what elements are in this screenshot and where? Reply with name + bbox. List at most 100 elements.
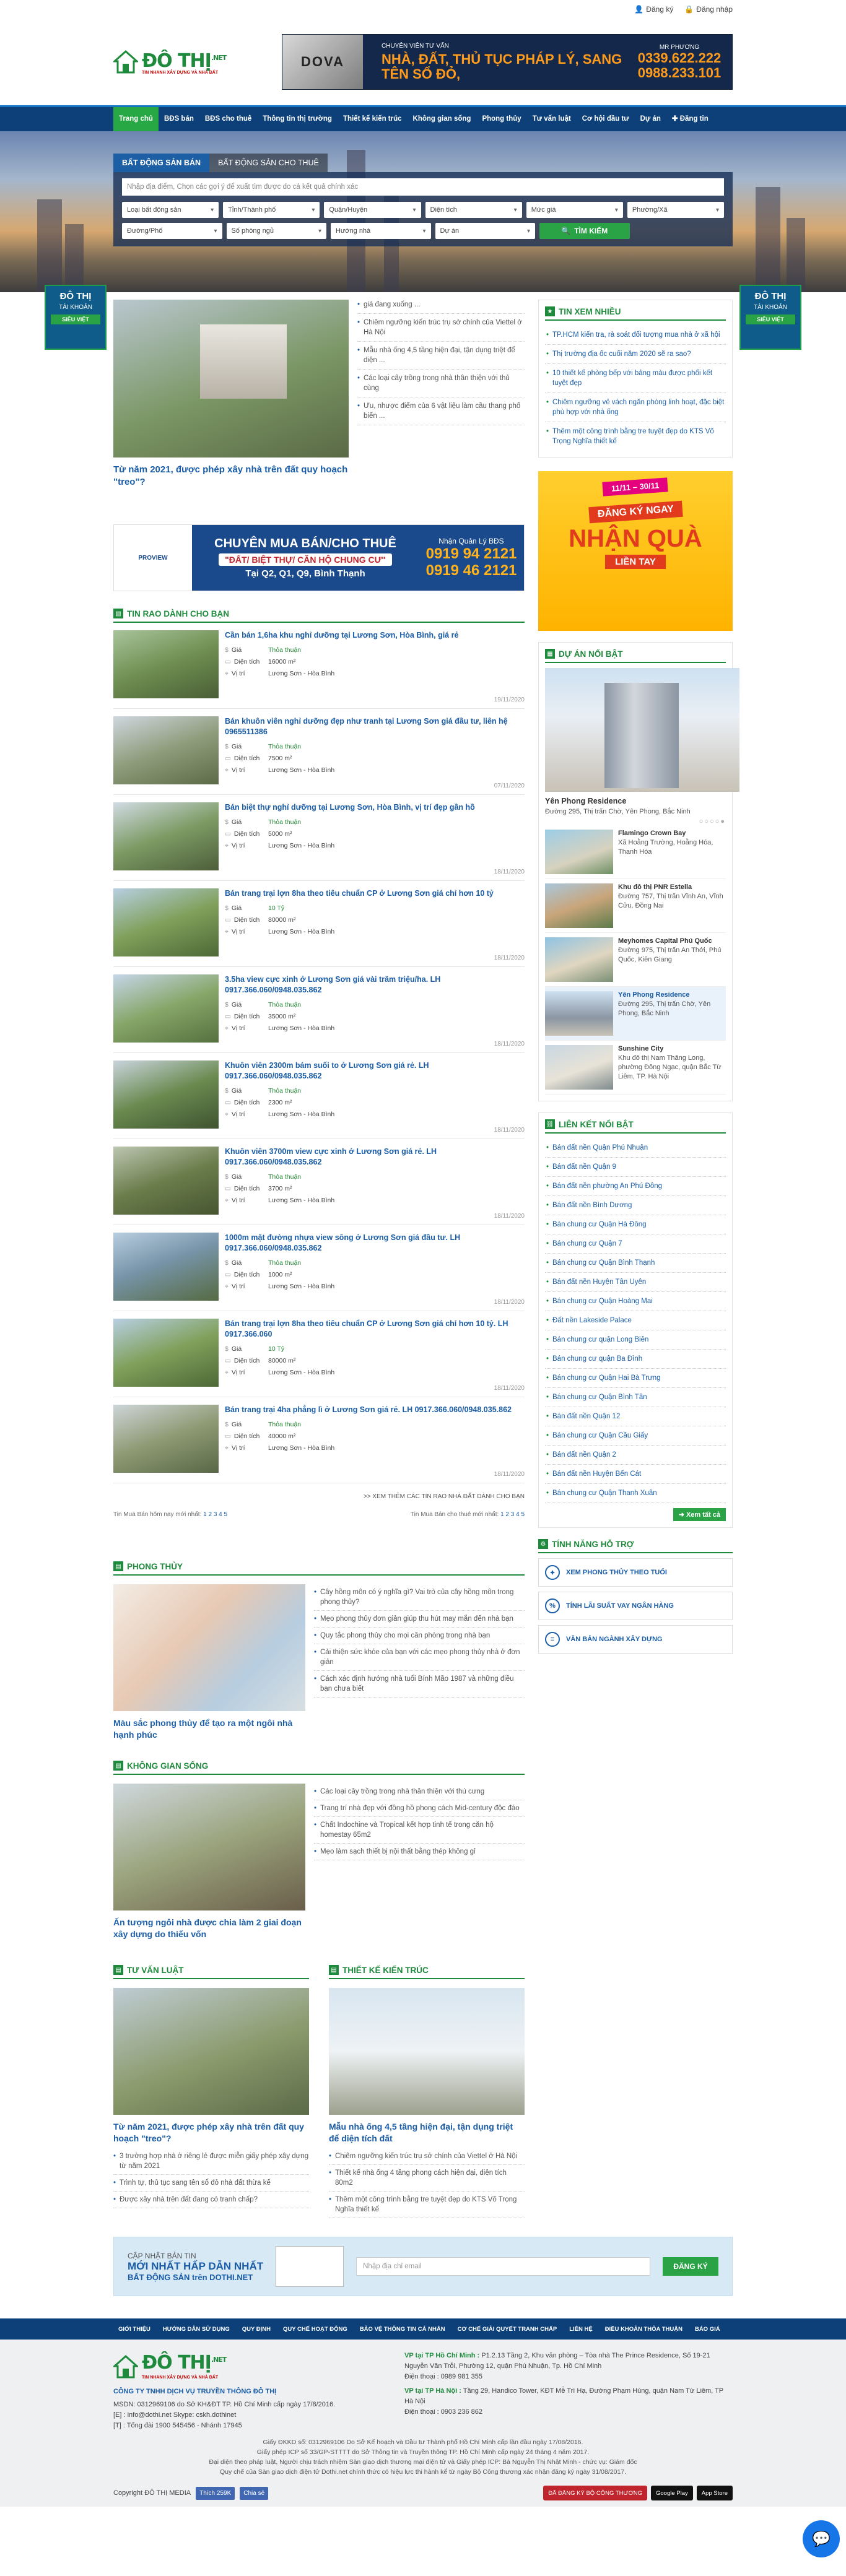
most-viewed-item[interactable]: Thị trường địa ốc cuối năm 2020 sẽ ra sa… (545, 345, 726, 364)
project-thumbnail[interactable] (545, 1045, 613, 1090)
tab-bds-ban[interactable]: BẤT ĐỘNG SẢN BÁN (113, 154, 210, 172)
most-viewed-item[interactable]: TP.HCM kiến tra, rà soát đối tượng mua n… (545, 326, 726, 345)
khong-gian-item[interactable]: Trang trí nhà đẹp với đồng hồ phong cách… (314, 1800, 525, 1817)
featured-link-item[interactable]: Bán chung cư quận Long Biên (545, 1330, 726, 1350)
featured-link-item[interactable]: Bán chung cư Quận Thanh Xuân (545, 1484, 726, 1503)
select-dien-tich[interactable]: Diện tích (425, 202, 522, 218)
nav-dang-tin[interactable]: ✚ Đăng tin (666, 107, 714, 131)
footer-nav-link[interactable]: HƯỚNG DẪN SỬ DỤNG (158, 2326, 235, 2333)
tool-lai-suat[interactable]: % TÍNH LÃI SUẤT VAY NGÂN HÀNG (538, 1592, 733, 1620)
phong-thuy-title[interactable]: Màu sắc phong thủy để tạo ra một ngôi nh… (113, 1717, 305, 1741)
listing-title[interactable]: 3.5ha view cực xinh ở Lương Sơn giá vài … (225, 974, 525, 995)
featured-link-item[interactable]: Bán chung cư Quận Cầu Giấy (545, 1426, 726, 1446)
featured-title[interactable]: Từ năm 2021, được phép xây nhà trên đất … (113, 464, 349, 488)
listing-item[interactable]: Bán trang trại lợn 8ha theo tiêu chuẩn C… (113, 881, 525, 967)
tool-van-ban[interactable]: ≡ VĂN BẢN NGÀNH XÂY DỰNG (538, 1625, 733, 1654)
featured-link-item[interactable]: Bán chung cư quận Ba Đình (545, 1350, 726, 1369)
project-thumbnail[interactable] (545, 883, 613, 928)
nav-phong-thuy[interactable]: Phong thủy (476, 107, 526, 131)
thiet-ke-title[interactable]: Mẫu nhà ống 4,5 tầng hiện đại, tận dụng … (329, 2121, 525, 2144)
listing-title[interactable]: Bán khuôn viên nghỉ dưỡng đẹp như tranh … (225, 716, 525, 737)
phong-thuy-image[interactable] (113, 1584, 305, 1711)
project-main[interactable]: Yên Phong Residence Đường 295, Thị trấn … (545, 668, 739, 825)
select-tinh-thanh[interactable]: Tỉnh/Thành phố (223, 202, 320, 218)
facebook-like-button[interactable]: Thích 259K (196, 2486, 235, 2500)
nav-bds-cho-thue[interactable]: BĐS cho thuê (199, 107, 257, 131)
select-duong-pho[interactable]: Đường/Phố (122, 223, 222, 239)
select-so-phong[interactable]: Số phòng ngủ (226, 223, 326, 239)
footer-email[interactable]: [E] : info@dothi.net Skype: cskh.dothine… (113, 2410, 386, 2421)
project-name[interactable]: Flamingo Crown Bay (618, 830, 726, 837)
tu-van-image[interactable] (113, 1988, 309, 2115)
project-name[interactable]: Yên Phong Residence (618, 991, 726, 999)
footer-nav-link[interactable]: BẢO VỆ THÔNG TIN CÁ NHÂN (355, 2326, 450, 2333)
featured-link-item[interactable]: Bán chung cư Quận Bình Thạnh (545, 1254, 726, 1273)
nav-khong-gian[interactable]: Không gian sống (408, 107, 477, 131)
project-item[interactable]: Khu đô thị PNR Estella Đường 757, Thị trấ… (545, 879, 726, 933)
select-quan-huyen[interactable]: Quận/Huyện (324, 202, 421, 218)
featured-list-item[interactable]: Mẫu nhà ống 4,5 tầng hiện đại, tận dụng … (357, 342, 525, 370)
most-viewed-item[interactable]: Chiêm ngưỡng vẻ vách ngăn phòng linh hoạ… (545, 393, 726, 422)
newsletter-submit-button[interactable]: ĐĂNG KÝ (663, 2257, 718, 2276)
phong-thuy-item[interactable]: Quy tắc phong thủy cho mọi căn phòng tro… (314, 1628, 525, 1644)
footer-nav-link[interactable]: LIÊN HỆ (564, 2326, 597, 2333)
listing-thumbnail[interactable] (113, 888, 219, 956)
featured-link-item[interactable]: Bán đất nền Quận 9 (545, 1158, 726, 1177)
nav-thi-truong[interactable]: Thông tin thị trường (257, 107, 338, 131)
featured-link-item[interactable]: Bán chung cư Quận Bình Tân (545, 1388, 726, 1407)
featured-list-item[interactable]: Chiêm ngưỡng kiến trúc trụ sở chính của … (357, 314, 525, 342)
thiet-ke-item[interactable]: Thiết kế nhà ống 4 tầng phong cách hiện … (329, 2165, 525, 2192)
listing-thumbnail[interactable] (113, 1405, 219, 1473)
khong-gian-item[interactable]: Mẹo làm sạch thiết bị nội thất bằng thép… (314, 1844, 525, 1860)
footer-nav-link[interactable]: CƠ CHẾ GIẢI QUYẾT TRANH CHẤP (453, 2326, 562, 2333)
most-viewed-item[interactable]: 10 thiết kế phòng bếp với bảng màu được … (545, 364, 726, 393)
tu-van-item[interactable]: Trình tự, thủ tục sang tên sổ đỏ nhà đất… (113, 2175, 309, 2192)
google-play-badge[interactable]: Google Play (650, 2486, 693, 2500)
site-logo[interactable]: ĐÔ THỊ.NET TIN NHANH XÂY DỰNG VÀ NHÀ ĐẤT (112, 49, 227, 75)
footer-nav-link[interactable]: BÁO GIÁ (690, 2326, 725, 2333)
select-phuong-xa[interactable]: Phường/Xã (627, 202, 725, 218)
listing-title[interactable]: Cần bán 1,6ha khu nghỉ dưỡng tại Lương S… (225, 630, 525, 641)
chat-messenger-icon[interactable]: 💬 (803, 2520, 840, 2557)
listing-title[interactable]: Khuôn viên 2300m bám suối to ở Lương Sơn… (225, 1060, 525, 1082)
listing-item[interactable]: Bán trang trại 4ha phẳng lì ở Lương Sơn … (113, 1397, 525, 1483)
nav-thiet-ke[interactable]: Thiết kế kiến trúc (338, 107, 408, 131)
featured-link-item[interactable]: Bán chung cư Quận Hoàng Mai (545, 1292, 726, 1311)
listing-thumbnail[interactable] (113, 1319, 219, 1387)
nav-home[interactable]: Trang chủ (113, 107, 159, 131)
listing-thumbnail[interactable] (113, 716, 219, 784)
listing-thumbnail[interactable] (113, 630, 219, 698)
featured-link-item[interactable]: Bán đất nền Quận 12 (545, 1407, 726, 1426)
select-du-an[interactable]: Dự án (435, 223, 535, 239)
stats-rent-pages[interactable]: 1 2 3 4 5 (500, 1511, 525, 1518)
listing-item[interactable]: Bán khuôn viên nghỉ dưỡng đẹp như tranh … (113, 709, 525, 795)
project-main-image[interactable] (545, 668, 739, 792)
listing-item[interactable]: Khuôn viên 3700m view cực xinh ở Lương S… (113, 1139, 525, 1225)
listing-title[interactable]: Khuôn viên 3700m view cực xinh ở Lương S… (225, 1147, 525, 1168)
featured-link-item[interactable]: Đất nền Lakeside Palace (545, 1311, 726, 1330)
listing-item[interactable]: 1000m mặt đường nhựa view sông ở Lương S… (113, 1225, 525, 1311)
app-store-badge[interactable]: App Store (696, 2486, 733, 2500)
featured-link-item[interactable]: Bán chung cư Quận 7 (545, 1234, 726, 1254)
footer-nav-link[interactable]: ĐIỀU KHOẢN THỎA THUẬN (600, 2326, 687, 2333)
phong-thuy-item[interactable]: Cây hồng môn có ý nghĩa gì? Vai trò của … (314, 1584, 525, 1611)
left-float-banner[interactable]: ĐÔ THỊ TÀI KHOẢN SIÊU VIỆT (45, 285, 107, 350)
project-name[interactable]: Meyhomes Capital Phú Quốc (618, 937, 726, 945)
featured-link-item[interactable]: Bán chung cư Quận Hai Bà Trưng (545, 1369, 726, 1388)
phong-thuy-item[interactable]: Mẹo phong thủy đơn giản giúp thu hút may… (314, 1611, 525, 1628)
footer-nav-link[interactable]: QUY ĐỊNH (237, 2326, 276, 2333)
facebook-share-button[interactable]: Chia sẻ (240, 2486, 269, 2500)
carousel-dots[interactable]: ○○○○● (545, 818, 726, 825)
most-viewed-item[interactable]: Thêm một công trình bằng tre tuyệt đẹp d… (545, 422, 726, 451)
project-item[interactable]: Yên Phong Residence Đường 295, Thị trấn C… (545, 987, 726, 1041)
view-all-button[interactable]: ➜ Xem tất cả (673, 1508, 726, 1521)
listing-title[interactable]: Bán trang trại lợn 8ha theo tiêu chuẩn C… (225, 1319, 525, 1340)
listing-item[interactable]: 3.5ha view cực xinh ở Lương Sơn giá vài … (113, 967, 525, 1053)
featured-link-item[interactable]: Bán chung cư Quận Hà Đông (545, 1215, 726, 1234)
phong-thuy-item[interactable]: Cải thiện sức khỏe của bạn với các mẹo p… (314, 1644, 525, 1671)
right-float-banner[interactable]: ĐÔ THỊ TÀI KHOẢN SIÊU VIỆT (739, 285, 801, 350)
khong-gian-item[interactable]: Các loại cây trồng trong nhà thân thiện … (314, 1784, 525, 1800)
footer-nav-link[interactable]: GIỚI THIỆU (113, 2326, 155, 2333)
tab-bds-cho-thue[interactable]: BẤT ĐỘNG SẢN CHO THUÊ (209, 154, 328, 172)
tu-van-title[interactable]: Từ năm 2021, được phép xây nhà trên đất … (113, 2121, 309, 2144)
